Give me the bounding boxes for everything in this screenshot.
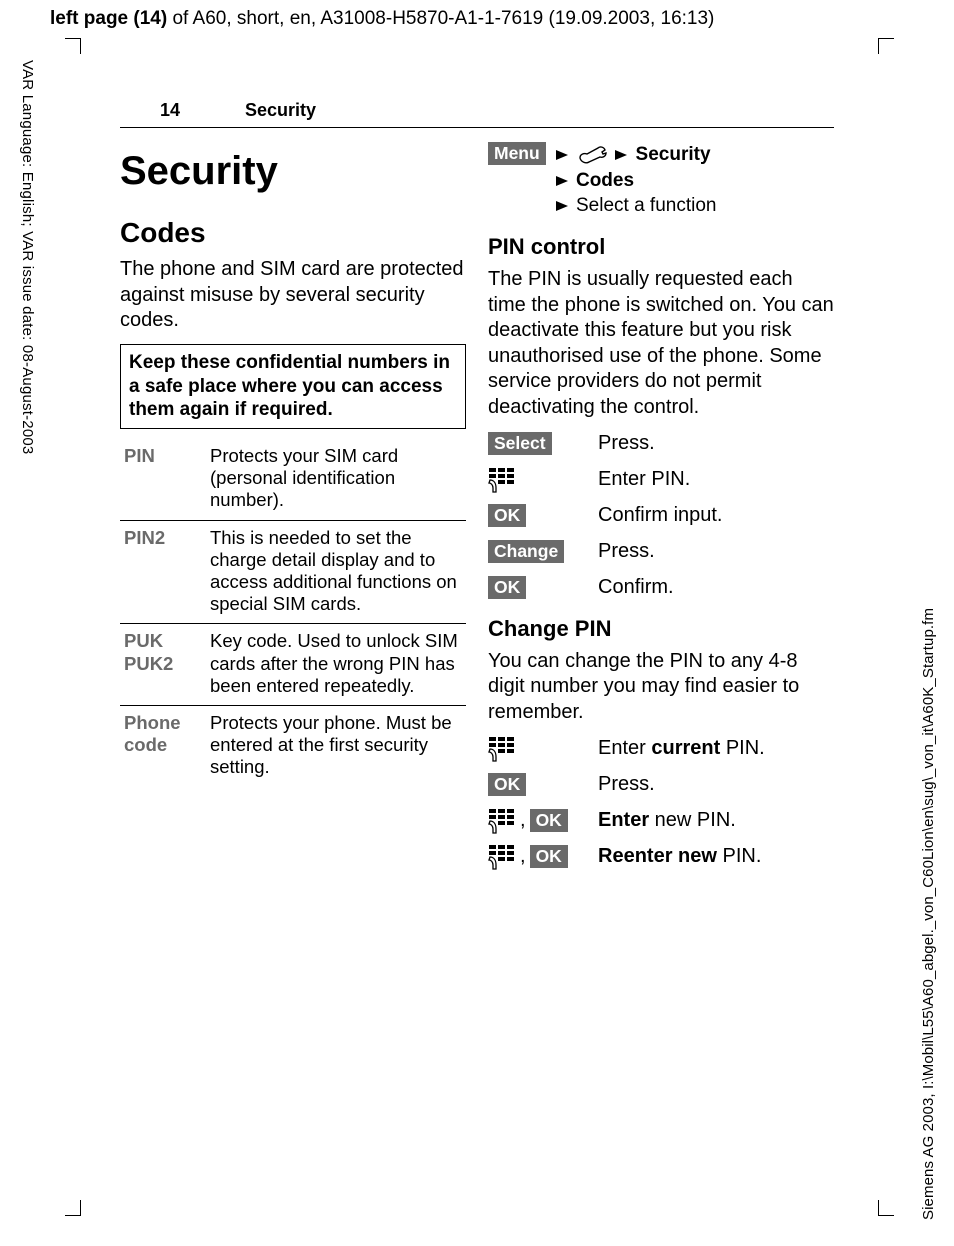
step-text: Enter new PIN.	[598, 808, 834, 834]
page-number: 14	[160, 100, 245, 121]
arrow-icon	[556, 150, 568, 160]
setup-icon	[578, 144, 608, 164]
step-row: Change Press.	[488, 539, 834, 565]
step-row: Enter current PIN.	[488, 736, 834, 762]
ok-softkey: OK	[488, 576, 526, 599]
step-text: Reenter new PIN.	[598, 844, 834, 870]
ok-softkey: OK	[488, 504, 526, 527]
nav-codes: Codes	[576, 170, 634, 191]
codes-intro: The phone and SIM card are protected aga…	[120, 257, 466, 334]
crop-mark	[878, 1215, 894, 1216]
step-text: Confirm input.	[598, 503, 834, 529]
h3-pin-control: PIN control	[488, 233, 834, 261]
pin-control-steps: Select Press. Enter PIN. O	[488, 431, 834, 601]
step-row: Enter PIN.	[488, 467, 834, 493]
right-column: Menu Security Codes	[488, 142, 834, 880]
h2-codes: Codes	[120, 215, 466, 251]
table-row: PUK PUK2 Key code. Used to unlock SIM ca…	[120, 624, 466, 706]
running-head: 14 Security	[120, 40, 834, 128]
code-desc: This is needed to set the charge detail …	[206, 520, 466, 624]
step-text: Press.	[598, 431, 834, 457]
code-desc: Key code. Used to unlock SIM cards after…	[206, 624, 466, 706]
ok-softkey: OK	[530, 845, 568, 868]
margin-note-left: VAR Language: English; VAR issue date: 0…	[12, 60, 36, 560]
margin-note-right: Siemens AG 2003, I:\Mobil\L55\A60_abgel.…	[920, 440, 944, 1220]
nav-security: Security	[636, 144, 711, 165]
crop-mark	[65, 38, 81, 39]
note-box: Keep these confidential numbers in a saf…	[120, 344, 466, 429]
ok-softkey: OK	[488, 773, 526, 796]
step-row: , OK Enter new PIN.	[488, 808, 834, 834]
table-row: PIN Protects your SIM card (personal ide…	[120, 439, 466, 520]
change-pin-steps: Enter current PIN. OK Press. , OK	[488, 736, 834, 870]
step-text: Enter PIN.	[598, 467, 834, 493]
code-label: PIN	[120, 439, 206, 520]
table-row: PIN2 This is needed to set the charge de…	[120, 520, 466, 624]
crop-mark	[878, 38, 894, 39]
keypad-icon	[488, 467, 516, 493]
nav-select-fn: Select a function	[576, 195, 716, 216]
select-softkey: Select	[488, 432, 552, 455]
ok-softkey: OK	[530, 809, 568, 832]
arrow-icon	[556, 201, 568, 211]
table-row: Phone code Protects your phone. Must be …	[120, 705, 466, 786]
h1-security: Security	[120, 146, 466, 197]
code-desc: Protects your phone. Must be entered at …	[206, 705, 466, 786]
keypad-icon	[488, 808, 516, 834]
change-pin-body: You can change the PIN to any 4-8 digit …	[488, 649, 834, 726]
step-row: OK Confirm input.	[488, 503, 834, 529]
step-row: Select Press.	[488, 431, 834, 457]
code-desc: Protects your SIM card (personal identif…	[206, 439, 466, 520]
proof-header: left page (14) of A60, short, en, A31008…	[0, 0, 954, 38]
codes-table: PIN Protects your SIM card (personal ide…	[120, 439, 466, 786]
keypad-icon	[488, 844, 516, 870]
code-label: Phone code	[120, 705, 206, 786]
menu-softkey: Menu	[488, 142, 546, 165]
arrow-icon	[556, 176, 568, 186]
change-softkey: Change	[488, 540, 564, 563]
menu-path: Menu Security Codes	[488, 142, 834, 219]
step-text: Press.	[598, 539, 834, 565]
keypad-icon	[488, 736, 516, 762]
code-label: PUK PUK2	[120, 624, 206, 706]
arrow-icon	[615, 150, 627, 160]
proof-header-bold: left page (14)	[50, 8, 167, 29]
step-text: Enter current PIN.	[598, 736, 834, 762]
crop-mark	[65, 1215, 81, 1216]
left-column: Security Codes The phone and SIM card ar…	[120, 142, 466, 880]
step-text: Confirm.	[598, 575, 834, 601]
step-row: OK Confirm.	[488, 575, 834, 601]
code-label: PIN2	[120, 520, 206, 624]
proof-header-rest: of A60, short, en, A31008-H5870-A1-1-761…	[167, 8, 714, 29]
step-row: OK Press.	[488, 772, 834, 798]
pin-control-body: The PIN is usually requested each time t…	[488, 267, 834, 421]
running-head-title: Security	[245, 100, 316, 121]
menu-path-lines: Security Codes Select a function	[556, 142, 717, 219]
h3-change-pin: Change PIN	[488, 615, 834, 643]
step-row: , OK Reenter new PIN.	[488, 844, 834, 870]
step-text: Press.	[598, 772, 834, 798]
